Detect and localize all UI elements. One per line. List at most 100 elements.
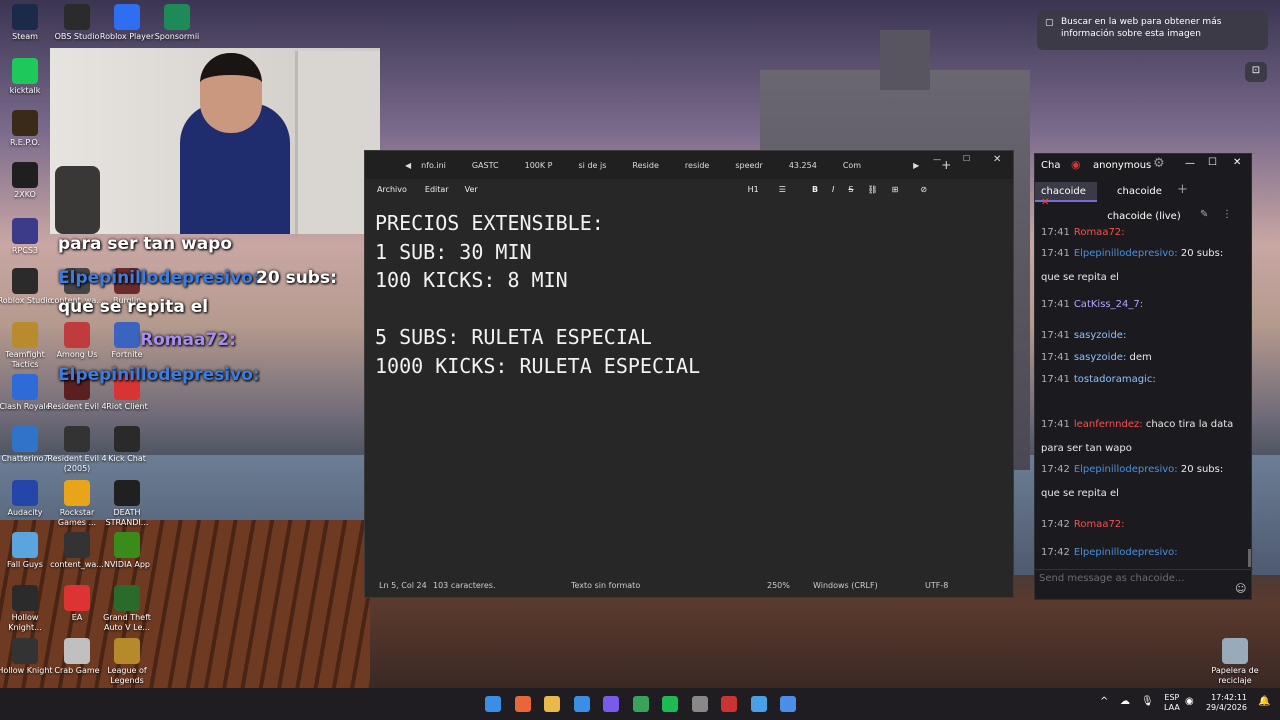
- bluesky-icon[interactable]: [573, 696, 590, 712]
- link-icon[interactable]: ⛓: [867, 185, 877, 194]
- minimize-button[interactable]: —: [1185, 158, 1195, 169]
- edit-icon[interactable]: ✎: [1200, 209, 1208, 220]
- desktop-icon[interactable]: Sponsormii: [147, 4, 207, 42]
- app-icon: [12, 480, 38, 506]
- desktop-icon[interactable]: 2XKO: [0, 162, 55, 200]
- close-tab-icon[interactable]: ✕: [1041, 197, 1049, 208]
- tab-scroll-left-icon[interactable]: ◀: [405, 161, 411, 170]
- line-ending[interactable]: Windows (CRLF): [813, 581, 878, 590]
- desktop-icon[interactable]: Grand Theft Auto V Le...: [97, 585, 157, 633]
- bold-icon[interactable]: B: [812, 185, 818, 194]
- clock[interactable]: 17:42:11 29/4/2026: [1203, 693, 1247, 713]
- list-icon[interactable]: ☰: [779, 185, 786, 194]
- mic-icon[interactable]: 🎙: [1141, 696, 1154, 707]
- notepad-tab[interactable]: Com: [843, 161, 861, 170]
- desktop-icon[interactable]: kicktalk: [0, 58, 55, 96]
- message-user[interactable]: CatKiss_24_7:: [1074, 299, 1143, 310]
- notepad-icon[interactable]: [780, 696, 796, 712]
- message-user[interactable]: Romaa72:: [1074, 227, 1125, 238]
- notepad-tab[interactable]: speedr: [735, 161, 762, 170]
- notepad-tab[interactable]: GASTC: [472, 161, 499, 170]
- message-user[interactable]: sasyzoide:: [1074, 330, 1126, 341]
- text-line: 100 KICKS: 8 MIN: [375, 268, 568, 292]
- app-icon: [1222, 638, 1248, 664]
- message-user[interactable]: Elpepinillodepresivo:: [1074, 547, 1178, 558]
- wifi-icon[interactable]: ◉: [1185, 696, 1194, 707]
- tab-scroll-right-icon[interactable]: ▶: [913, 161, 919, 170]
- close-button[interactable]: ✕: [993, 154, 1001, 165]
- desktop-icon[interactable]: DEATH STRANDI...: [97, 480, 157, 528]
- news-icon[interactable]: [721, 696, 737, 712]
- strikethrough-icon[interactable]: S: [848, 185, 853, 194]
- heading-dropdown[interactable]: H1: [748, 185, 759, 194]
- chatterino-icon[interactable]: [750, 696, 767, 712]
- encoding[interactable]: UTF-8: [925, 581, 948, 590]
- language-indicator[interactable]: ESP LAA: [1164, 693, 1180, 713]
- notification-icon[interactable]: 🔔: [1258, 696, 1270, 707]
- scrollbar[interactable]: [1248, 549, 1251, 567]
- network-icon[interactable]: ☁: [1120, 696, 1130, 707]
- visual-search-toast[interactable]: ▢ Buscar en la web para obtener más info…: [1037, 10, 1268, 50]
- app-icon: [114, 426, 140, 452]
- chat-tab-active[interactable]: chacoide ✕: [1035, 182, 1097, 208]
- clear-format-icon[interactable]: ⊘: [920, 185, 927, 194]
- italic-icon[interactable]: I: [832, 185, 834, 194]
- message-user[interactable]: leanfernndez:: [1074, 419, 1143, 430]
- file-explorer-icon[interactable]: [544, 696, 560, 712]
- message-user[interactable]: sasyzoide:: [1074, 352, 1126, 363]
- chat-input[interactable]: Send message as chacoide...: [1039, 573, 1229, 589]
- notepad-tab[interactable]: nfo.ini: [421, 161, 446, 170]
- message-user[interactable]: tostadoramagic:: [1074, 374, 1156, 385]
- brave-icon[interactable]: [514, 696, 531, 712]
- notepad-editor[interactable]: PRECIOS EXTENSIBLE: 1 SUB: 30 MIN 100 KICK…: [375, 209, 1013, 569]
- emoji-icon[interactable]: ☺: [1235, 582, 1246, 595]
- taskbar: ^ ☁ 🎙 ESP LAA ◉ 17:42:11 29/4/2026 🔔: [0, 688, 1280, 720]
- chat-tab[interactable]: chacoide: [1117, 186, 1162, 197]
- more-icon[interactable]: ⋮: [1222, 209, 1232, 220]
- menu-edit[interactable]: Editar: [425, 185, 449, 194]
- settings-icon[interactable]: ⚙: [1153, 156, 1165, 171]
- zoom-level[interactable]: 250%: [767, 581, 790, 590]
- overlay-chat-text: 20 subs:: [256, 268, 337, 288]
- tray-overflow-icon[interactable]: ^: [1100, 696, 1108, 707]
- menu-view[interactable]: Ver: [465, 185, 478, 194]
- message-user[interactable]: Romaa72:: [1074, 519, 1125, 530]
- app-icon: [12, 638, 38, 664]
- desktop-icon[interactable]: Papelera de reciclaje: [1205, 638, 1265, 686]
- chat-tab-label: chacoide: [1041, 186, 1086, 197]
- discord-icon[interactable]: [603, 696, 619, 712]
- message-text: dem: [1129, 352, 1152, 363]
- xbox-icon[interactable]: [632, 696, 649, 712]
- table-icon[interactable]: ⊞: [892, 185, 899, 194]
- message-user[interactable]: Elpepinillodepresivo:: [1074, 248, 1178, 259]
- desktop-icon[interactable]: RPCS3: [0, 218, 55, 256]
- notepad-tab[interactable]: reside: [685, 161, 709, 170]
- streamer-head: [200, 53, 262, 133]
- notepad-tab[interactable]: 100K P: [525, 161, 553, 170]
- close-button[interactable]: ✕: [1233, 157, 1241, 168]
- minimize-button[interactable]: —: [933, 155, 941, 164]
- add-tab-icon[interactable]: +: [1177, 182, 1188, 197]
- desktop-icon[interactable]: R.E.P.O.: [0, 110, 55, 148]
- app-icon: [12, 4, 38, 30]
- app-icon: [12, 426, 38, 452]
- message-user[interactable]: Elpepinillodepresivo:: [1074, 464, 1178, 475]
- maximize-button[interactable]: ☐: [963, 154, 970, 163]
- desktop-icon[interactable]: League of Legends: [97, 638, 157, 686]
- spotify-icon[interactable]: [662, 696, 678, 712]
- new-tab-button[interactable]: +: [941, 158, 951, 172]
- desktop-icon[interactable]: Kick Chat: [97, 426, 157, 464]
- lens-icon[interactable]: ⊡: [1245, 62, 1267, 82]
- notepad-tab[interactable]: si de js: [579, 161, 607, 170]
- notepad-tab[interactable]: Reside: [632, 161, 659, 170]
- chatgpt-icon[interactable]: [691, 696, 708, 712]
- char-count: 103 caracteres.: [433, 581, 496, 590]
- desktop-icon-label: Riot Client: [106, 402, 148, 411]
- text-line: [375, 295, 1013, 324]
- menu-file[interactable]: Archivo: [377, 185, 407, 194]
- notepad-tab[interactable]: 43.254: [789, 161, 817, 170]
- maximize-button[interactable]: ☐: [1208, 157, 1217, 168]
- start-icon[interactable]: [485, 696, 501, 712]
- desktop-icon[interactable]: NVIDIA App: [97, 532, 157, 570]
- app-icon: [64, 480, 90, 506]
